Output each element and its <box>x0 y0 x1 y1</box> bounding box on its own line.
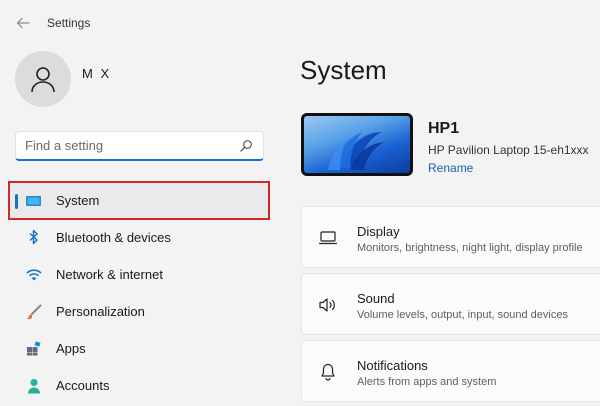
search-box[interactable] <box>15 131 264 161</box>
monitor-icon <box>25 192 42 209</box>
search-input[interactable] <box>25 138 225 153</box>
sidebar-item-bluetooth[interactable]: Bluetooth & devices <box>8 219 270 256</box>
sidebar-item-label: Bluetooth & devices <box>56 230 171 245</box>
sidebar-item-label: Network & internet <box>56 267 163 282</box>
card-title: Display <box>357 224 400 239</box>
page-title: System <box>300 55 387 85</box>
selection-indicator <box>15 194 18 209</box>
display-icon <box>318 229 338 247</box>
sidebar-item-accounts[interactable]: Accounts <box>8 367 270 404</box>
brush-icon <box>25 303 42 320</box>
sidebar-nav: System Bluetooth & devices Network & int… <box>8 181 270 404</box>
device-thumbnail <box>301 113 413 176</box>
search-icon[interactable] <box>239 139 253 153</box>
card-title: Notifications <box>357 358 428 373</box>
settings-card-display[interactable]: Display Monitors, brightness, night ligh… <box>301 206 600 268</box>
title-bar: Settings <box>0 0 600 44</box>
sidebar-item-network[interactable]: Network & internet <box>8 256 270 293</box>
card-subtitle: Alerts from apps and system <box>357 376 497 388</box>
apps-icon <box>25 340 42 357</box>
rename-link[interactable]: Rename <box>428 161 473 175</box>
settings-card-sound[interactable]: Sound Volume levels, output, input, soun… <box>301 273 600 335</box>
settings-card-notifications[interactable]: Notifications Alerts from apps and syste… <box>301 340 600 402</box>
user-name: M X <box>82 66 112 81</box>
sidebar-item-personalization[interactable]: Personalization <box>8 293 270 330</box>
device-name: HP1 <box>428 120 460 137</box>
card-subtitle: Volume levels, output, input, sound devi… <box>357 309 568 321</box>
sidebar-item-apps[interactable]: Apps <box>8 330 270 367</box>
sidebar-item-label: Apps <box>56 341 86 356</box>
back-arrow-icon <box>16 17 30 29</box>
device-model: HP Pavilion Laptop 15-eh1xxx <box>428 143 589 157</box>
person-icon <box>31 67 55 93</box>
card-subtitle: Monitors, brightness, night light, displ… <box>357 242 583 254</box>
speaker-icon <box>318 296 338 314</box>
back-button[interactable] <box>12 12 34 34</box>
sidebar-item-label: Accounts <box>56 378 110 393</box>
sidebar-item-system[interactable]: System <box>8 181 270 220</box>
bell-icon <box>318 363 338 381</box>
sidebar-item-label: Personalization <box>56 304 145 319</box>
person-icon <box>25 377 42 394</box>
window-title: Settings <box>47 16 91 30</box>
card-title: Sound <box>357 291 395 306</box>
avatar[interactable] <box>15 51 71 107</box>
wallpaper-image <box>304 116 410 173</box>
bluetooth-icon <box>25 229 42 246</box>
sidebar-item-label: System <box>56 193 100 208</box>
wifi-icon <box>25 266 42 283</box>
